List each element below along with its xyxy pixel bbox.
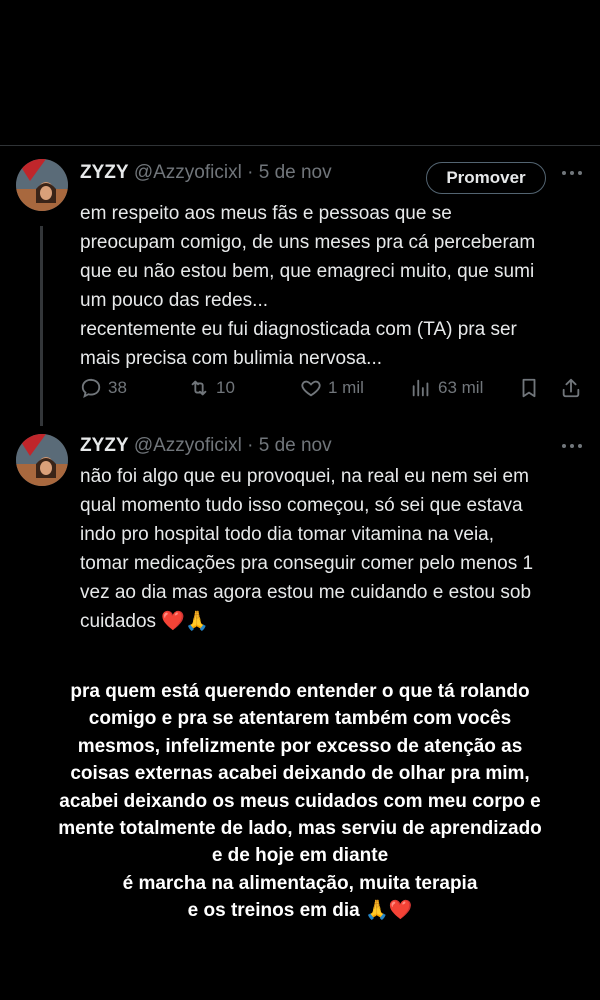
views-button[interactable]: 63 mil <box>410 375 483 401</box>
caption-line: mente totalmente de lado, mas serviu de … <box>58 818 542 840</box>
tweet-line: não foi algo que eu provoquei, na real e… <box>80 466 529 487</box>
avatar[interactable] <box>16 434 68 486</box>
story-caption: pra quem está querendo entender o que tá… <box>0 678 600 925</box>
tweet-header: ZYZY @Azzyoficixl · 5 de nov <box>80 161 332 185</box>
separator: · <box>247 435 254 456</box>
user-handle[interactable]: @Azzyoficixl <box>134 435 242 456</box>
views-icon <box>412 379 429 397</box>
like-icon <box>301 380 321 397</box>
tweet-line: vez ao dia mas agora estou me cuidando e… <box>80 582 532 603</box>
tweet-date[interactable]: 5 de nov <box>259 162 332 183</box>
tweet-2[interactable]: ZYZY @Azzyoficixl · 5 de nov não foi alg… <box>0 428 600 648</box>
bookmark-button[interactable] <box>518 375 540 401</box>
like-button[interactable]: 1 mil <box>300 375 364 401</box>
views-count: 63 mil <box>438 378 484 397</box>
promote-button[interactable]: Promover <box>426 162 546 194</box>
repost-count: 10 <box>216 378 235 397</box>
tweet-line: qual momento tudo isso começou, só sei q… <box>80 495 523 516</box>
status-bar-area <box>0 0 600 145</box>
more-icon[interactable] <box>560 163 584 183</box>
caption-line: e de hoje em diante <box>211 845 389 867</box>
repost-icon <box>191 380 207 396</box>
separator: · <box>247 162 254 183</box>
user-handle[interactable]: @Azzyoficixl <box>134 162 242 183</box>
tweet-date[interactable]: 5 de nov <box>259 435 332 456</box>
repost-button[interactable]: 10 <box>188 375 235 401</box>
tweet-line: mais precisa com bulimia nervosa... <box>80 348 382 369</box>
tweet-text: em respeito aos meus fãs e pessoas que s… <box>80 199 585 373</box>
caption-line: acabei deixando os meus cuidados com meu… <box>59 790 541 812</box>
tweet-line: preocupam comigo, de uns meses pra cá pe… <box>80 232 536 253</box>
tweet-line: recentemente eu fui diagnosticada com (T… <box>80 319 517 340</box>
tweet-header: ZYZY @Azzyoficixl · 5 de nov <box>80 434 332 458</box>
tweet-1[interactable]: ZYZY @Azzyoficixl · 5 de nov Promover em… <box>0 155 600 415</box>
display-name[interactable]: ZYZY <box>80 162 129 183</box>
tweet-line: indo pro hospital todo dia tomar vitamin… <box>80 524 495 545</box>
like-count: 1 mil <box>328 378 364 397</box>
caption-line: mesmos, infelizmente por excesso de aten… <box>77 735 523 757</box>
divider <box>0 145 600 146</box>
caption-line: pra quem está querendo entender o que tá… <box>70 681 530 702</box>
reply-button[interactable]: 38 <box>80 375 127 401</box>
more-icon[interactable] <box>560 436 584 456</box>
caption-line: comigo e pra se atentarem também com voc… <box>88 708 512 730</box>
share-icon <box>562 378 580 398</box>
tweet-line: que eu não estou bem, que emagreci muito… <box>80 261 535 282</box>
bookmark-icon <box>522 378 536 398</box>
caption-line: coisas externas acabei deixando de olhar… <box>70 763 530 785</box>
caption-line: e os treinos em dia 🙏❤️ <box>187 900 413 922</box>
display-name[interactable]: ZYZY <box>80 435 129 456</box>
tweet-line: um pouco das redes... <box>80 290 268 311</box>
tweet-line: cuidados ❤️🙏 <box>80 611 209 632</box>
tweet-line: tomar medicações pra conseguir comer pel… <box>80 553 534 574</box>
avatar[interactable] <box>16 159 68 211</box>
caption-line: é marcha na alimentação, muita terapia <box>122 872 478 894</box>
reply-count: 38 <box>108 378 127 397</box>
share-button[interactable] <box>560 375 582 401</box>
tweet-actions: 38 10 1 mil 63 mil <box>80 375 585 401</box>
tweet-text: não foi algo que eu provoquei, na real e… <box>80 462 585 636</box>
tweet-line: em respeito aos meus fãs e pessoas que s… <box>80 203 452 224</box>
reply-icon <box>81 378 101 399</box>
